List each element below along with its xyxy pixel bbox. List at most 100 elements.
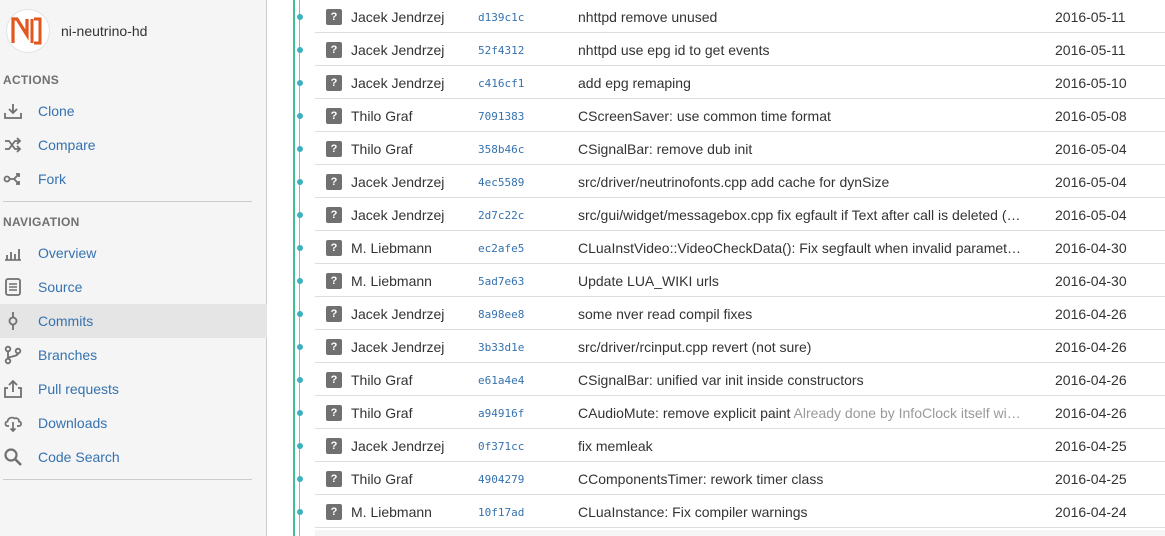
commit-row[interactable]: ? Thilo Graf 7091383 CScreenSaver: use comm…: [315, 99, 1165, 132]
commit-row[interactable]: ? M. Liebmann ec2afe5 CLuaInstVideo::VideoC…: [315, 231, 1165, 264]
unknown-user-avatar[interactable]: ?: [326, 42, 342, 58]
commit-message[interactable]: src/gui/widget/messagebox.cpp fix egfaul…: [578, 207, 1026, 223]
nav-branches[interactable]: Branches: [0, 338, 267, 372]
commit-hash-link[interactable]: 5ad7e63: [478, 275, 524, 288]
commit-message[interactable]: some nver read compil fixes: [578, 306, 1026, 322]
compare-icon: [3, 135, 23, 155]
commit-row[interactable]: ? Jacek Jendrzej c416cf1 add epg remaping 20…: [315, 66, 1165, 99]
repo-name[interactable]: ni-neutrino-hd: [61, 23, 147, 39]
unknown-user-avatar[interactable]: ?: [326, 141, 342, 157]
commit-row[interactable]: ? Jacek Jendrzej 3b33d1e src/driver/rcinput…: [315, 330, 1165, 363]
nav-downloads[interactable]: Downloads: [0, 406, 267, 440]
commit-hash-link[interactable]: 4ec5589: [478, 176, 524, 189]
commit-date: 2016-05-04: [1055, 141, 1127, 157]
nav-fork-label: Fork: [38, 171, 66, 187]
commit-author: Jacek Jendrzej: [351, 438, 445, 454]
commit-message[interactable]: CLuaInstVideo::VideoCheckData(): Fix seg…: [578, 240, 1026, 256]
nav-code-search[interactable]: Code Search: [0, 440, 267, 474]
commit-hash-link[interactable]: ec2afe5: [478, 242, 524, 255]
nav-source-label: Source: [38, 279, 83, 295]
unknown-user-avatar[interactable]: ?: [326, 9, 342, 25]
nav-overview[interactable]: Overview: [0, 236, 267, 270]
sidebar: ni-neutrino-hd ACTIONS Clone Compare For…: [0, 0, 267, 536]
commit-row[interactable]: ? M. Liebmann 5ad7e63 Update LUA_WIKI urls 2…: [315, 264, 1165, 297]
commit-row[interactable]: ? Jacek Jendrzej 52f4312 nhttpd use epg id …: [315, 33, 1165, 66]
commit-hash-link[interactable]: a94916f: [478, 407, 524, 420]
commit-message[interactable]: nhttpd remove unused: [578, 9, 1026, 25]
nav-pull-requests[interactable]: Pull requests: [0, 372, 267, 406]
commit-date: 2016-04-25: [1055, 471, 1127, 487]
commit-date: 2016-04-26: [1055, 372, 1127, 388]
unknown-user-avatar[interactable]: ?: [326, 339, 342, 355]
commit-message[interactable]: CComponentsTimer: rework timer class: [578, 471, 1026, 487]
commit-hash-link[interactable]: 3b33d1e: [478, 341, 524, 354]
nav-fork[interactable]: Fork: [0, 162, 267, 196]
unknown-user-avatar[interactable]: ?: [326, 75, 342, 91]
commit-message[interactable]: Update LUA_WIKI urls: [578, 273, 1026, 289]
commit-message-text: fix memleak: [578, 438, 653, 454]
commit-hash-link[interactable]: d139c1c: [478, 11, 524, 24]
commit-message[interactable]: CAudioMute: remove explicit paint Alread…: [578, 405, 1026, 421]
commit-message[interactable]: add epg remaping: [578, 75, 1026, 91]
commit-row[interactable]: ? Thilo Graf a94916f CAudioMute: remove exp…: [315, 396, 1165, 429]
commit-graph-node: [297, 476, 303, 482]
commit-date: 2016-05-08: [1055, 108, 1127, 124]
commit-row[interactable]: ? Jacek Jendrzej 8a98ee8 some nver read com…: [315, 297, 1165, 330]
commit-author: Thilo Graf: [351, 108, 413, 124]
nav-commits[interactable]: Commits: [0, 304, 267, 338]
commit-hash-link[interactable]: 10f17ad: [478, 506, 524, 519]
commit-message[interactable]: src/driver/neutrinofonts.cpp add cache f…: [578, 174, 1026, 190]
commit-author: Jacek Jendrzej: [351, 174, 445, 190]
commit-date: 2016-05-04: [1055, 174, 1127, 190]
commit-row[interactable]: ? Jacek Jendrzej 2d7c22c src/gui/widget/mes…: [315, 198, 1165, 231]
commit-hash-link[interactable]: 52f4312: [478, 44, 524, 57]
commit-message-text: src/driver/neutrinofonts.cpp add cache f…: [578, 174, 890, 190]
commit-hash-link[interactable]: 2d7c22c: [478, 209, 524, 222]
unknown-user-avatar[interactable]: ?: [326, 108, 342, 124]
unknown-user-avatar[interactable]: ?: [326, 504, 342, 520]
commit-row[interactable]: ? Thilo Graf 358b46c CSignalBar: remove dub…: [315, 132, 1165, 165]
commit-hash-link[interactable]: 8a98ee8: [478, 308, 524, 321]
nav-compare[interactable]: Compare: [0, 128, 267, 162]
commit-message-text: some nver read compil fixes: [578, 306, 753, 322]
unknown-user-avatar[interactable]: ?: [326, 405, 342, 421]
commit-message[interactable]: CScreenSaver: use common time format: [578, 108, 1026, 124]
commit-row[interactable]: ? Thilo Graf e61a4e4 CSignalBar: unified va…: [315, 363, 1165, 396]
commit-hash-link[interactable]: 4904279: [478, 473, 524, 486]
list-footer: [315, 530, 1165, 536]
nav-source[interactable]: Source: [0, 270, 267, 304]
unknown-user-avatar[interactable]: ?: [326, 273, 342, 289]
unknown-user-avatar[interactable]: ?: [326, 174, 342, 190]
commit-message[interactable]: CLuaInstance: Fix compiler warnings: [578, 504, 1026, 520]
commit-graph-node: [297, 377, 303, 383]
commit-message[interactable]: CSignalBar: unified var init inside cons…: [578, 372, 1026, 388]
commit-row[interactable]: ? Jacek Jendrzej 0f371cc fix memleak 2016-04…: [315, 429, 1165, 462]
unknown-user-avatar[interactable]: ?: [326, 240, 342, 256]
nav-pull-requests-label: Pull requests: [38, 381, 119, 397]
nav-clone-label: Clone: [38, 103, 75, 119]
commit-message[interactable]: CSignalBar: remove dub init: [578, 141, 1026, 157]
commit-message-text: CComponentsTimer: rework timer class: [578, 471, 824, 487]
commit-author: Thilo Graf: [351, 471, 413, 487]
commit-hash-link[interactable]: 0f371cc: [478, 440, 524, 453]
commit-row[interactable]: ? Thilo Graf 4904279 CComponentsTimer: rewo…: [315, 462, 1165, 495]
unknown-user-avatar[interactable]: ?: [326, 207, 342, 223]
commit-row[interactable]: ? M. Liebmann 10f17ad CLuaInstance: Fix com…: [315, 495, 1165, 528]
commit-row[interactable]: ? Jacek Jendrzej 4ec5589 src/driver/neutrin…: [315, 165, 1165, 198]
commit-hash-link[interactable]: e61a4e4: [478, 374, 524, 387]
repo-header[interactable]: ni-neutrino-hd: [6, 8, 147, 54]
commit-message[interactable]: nhttpd use epg id to get events: [578, 42, 1026, 58]
unknown-user-avatar[interactable]: ?: [326, 438, 342, 454]
unknown-user-avatar[interactable]: ?: [326, 306, 342, 322]
commit-message[interactable]: src/driver/rcinput.cpp revert (not sure): [578, 339, 1026, 355]
unknown-user-avatar[interactable]: ?: [326, 372, 342, 388]
unknown-user-avatar[interactable]: ?: [326, 471, 342, 487]
commit-date: 2016-05-11: [1055, 42, 1126, 58]
commit-message[interactable]: fix memleak: [578, 438, 1026, 454]
commit-row[interactable]: ? Jacek Jendrzej d139c1c nhttpd remove unus…: [315, 0, 1165, 33]
nav-clone[interactable]: Clone: [0, 94, 267, 128]
pull-request-icon: [3, 379, 23, 399]
commit-hash-link[interactable]: 358b46c: [478, 143, 524, 156]
commit-hash-link[interactable]: 7091383: [478, 110, 524, 123]
commit-hash-link[interactable]: c416cf1: [478, 77, 524, 90]
